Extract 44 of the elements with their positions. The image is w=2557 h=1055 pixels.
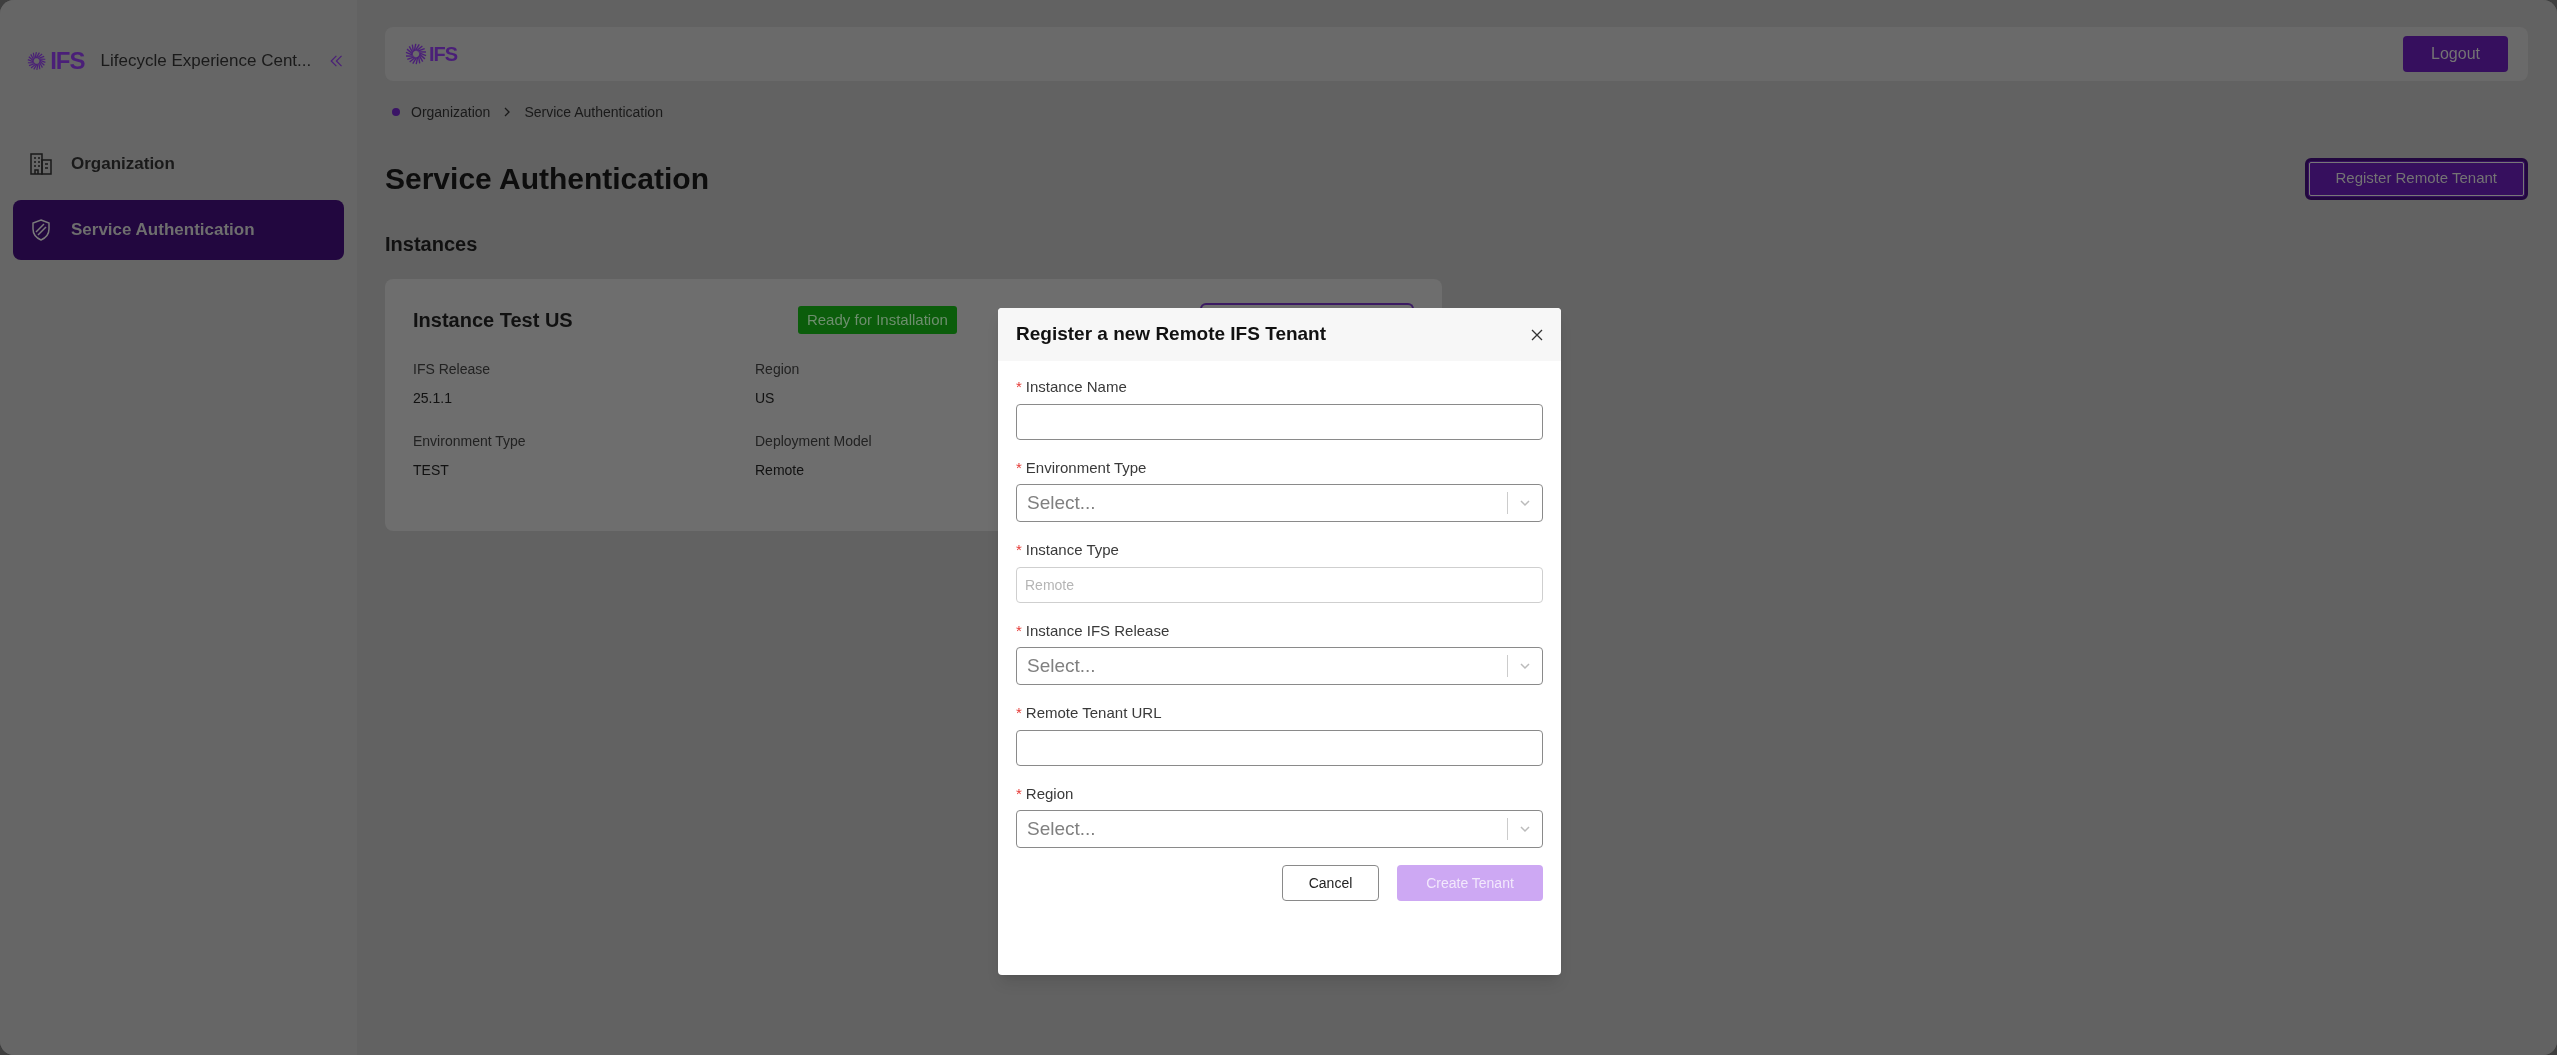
required-marker: * (1016, 703, 1022, 723)
instance-name: Instance Test US (413, 308, 574, 333)
select-field[interactable]: Select... (1016, 810, 1543, 848)
text-input[interactable] (1016, 403, 1543, 440)
app-title: Lifecycle Experience Cent... (100, 50, 312, 73)
field-label: Environment Type (413, 432, 526, 451)
building-icon (29, 152, 53, 176)
field-label: Instance Name (1025, 377, 1127, 397)
select-field[interactable]: Select... (1016, 484, 1543, 522)
field-label: Region (1025, 783, 1074, 804)
required-marker: * (1016, 783, 1022, 804)
field-value: Remote (755, 461, 805, 480)
field-label: Instance IFS Release (1025, 620, 1170, 641)
field-label: Deployment Model (755, 432, 872, 451)
breadcrumb-item[interactable]: Organization (411, 101, 491, 123)
logout-button[interactable]: Logout (2403, 36, 2508, 72)
field-value: TEST (413, 461, 449, 480)
status-badge: Ready for Installation (797, 305, 957, 335)
required-marker: * (1016, 540, 1022, 560)
sidebar-item[interactable]: Organization (13, 134, 344, 194)
shield-icon (29, 218, 53, 242)
sidebar-item[interactable]: Service Authentication (13, 200, 344, 260)
field-value: US (755, 389, 775, 408)
logo-text: IFS (429, 42, 458, 67)
field-value: 25.1.1 (413, 389, 452, 408)
page-title: Service Authentication (385, 161, 709, 197)
field-label: Environment Type (1025, 457, 1147, 478)
field-label: Region (755, 360, 800, 379)
text-input[interactable] (1016, 729, 1543, 766)
required-marker: * (1016, 377, 1022, 397)
field-label: IFS Release (413, 360, 491, 379)
dialog-title: Register a new Remote IFS Tenant (1016, 322, 1328, 347)
close-icon[interactable] (1531, 328, 1543, 341)
register-button[interactable]: Register Remote Tenant (2304, 157, 2528, 200)
required-marker: * (1016, 457, 1022, 478)
section-title: Instances (385, 232, 479, 257)
field-label: Remote Tenant URL (1025, 703, 1162, 723)
logo-text: IFS (50, 46, 85, 76)
breadcrumb-item[interactable]: Service Authentication (524, 101, 663, 123)
logo-icon (405, 43, 427, 65)
select-field[interactable]: Select... (1016, 647, 1543, 685)
required-marker: * (1016, 620, 1022, 641)
cancel-button[interactable]: Cancel (1282, 865, 1379, 901)
field-label: Instance Type (1025, 540, 1119, 560)
